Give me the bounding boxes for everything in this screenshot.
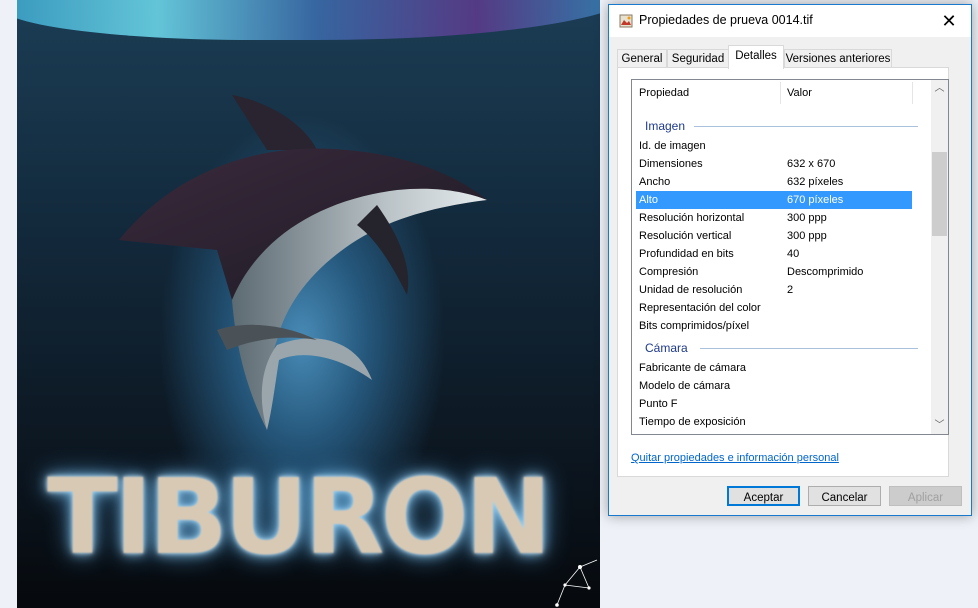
list-item[interactable]: Tiempo de exposición bbox=[636, 413, 912, 431]
poster-artwork: TIBURON bbox=[17, 0, 600, 608]
apply-button[interactable]: Aplicar bbox=[889, 486, 962, 506]
list-item[interactable]: Modelo de cámara bbox=[636, 377, 912, 395]
poster-title-word: TIBURON bbox=[47, 456, 552, 578]
title-bar[interactable]: Propiedades de prueva 0014.tif ✕ bbox=[609, 5, 971, 37]
properties-rows: Copyright Imagen Id. de imagen Dimension… bbox=[632, 80, 931, 434]
list-item[interactable]: Resolución horizontal 300 ppp bbox=[636, 209, 912, 227]
cancel-button[interactable]: Cancelar bbox=[808, 486, 881, 506]
close-button[interactable]: ✕ bbox=[927, 5, 971, 37]
ok-button[interactable]: Aceptar bbox=[727, 486, 800, 506]
group-header-image: Imagen bbox=[636, 117, 918, 135]
list-item[interactable]: Fabricante de cámara bbox=[636, 359, 912, 377]
vertical-scrollbar[interactable]: ︿ ﹀ bbox=[931, 80, 948, 434]
tab-general[interactable]: General bbox=[617, 49, 667, 68]
chevron-up-icon: ︿ bbox=[934, 83, 945, 94]
list-item[interactable]: Dimensiones 632 x 670 bbox=[636, 155, 912, 173]
list-item[interactable]: Profundidad en bits 40 bbox=[636, 245, 912, 263]
remove-properties-link[interactable]: Quitar propiedades e información persona… bbox=[631, 452, 839, 464]
list-header: Propiedad Valor bbox=[632, 80, 931, 105]
list-item[interactable]: Compresión Descomprimido bbox=[636, 263, 912, 281]
tab-details[interactable]: Detalles bbox=[728, 45, 784, 69]
list-item[interactable]: Bits comprimidos/píxel bbox=[636, 317, 912, 335]
dialog-title: Propiedades de prueva 0014.tif bbox=[639, 13, 813, 27]
scrollbar-thumb[interactable] bbox=[932, 152, 947, 236]
scroll-down-button[interactable]: ﹀ bbox=[931, 417, 948, 434]
list-item[interactable]: Ancho 632 píxeles bbox=[636, 173, 912, 191]
scroll-up-button[interactable]: ︿ bbox=[931, 80, 948, 97]
close-icon: ✕ bbox=[941, 10, 957, 31]
list-item[interactable]: Id. de imagen bbox=[636, 137, 912, 155]
list-item[interactable]: Unidad de resolución 2 bbox=[636, 281, 912, 299]
list-item[interactable]: Resolución vertical 300 ppp bbox=[636, 227, 912, 245]
column-header-property[interactable]: Propiedad bbox=[639, 87, 689, 99]
column-header-value[interactable]: Valor bbox=[787, 87, 812, 99]
tab-previous-versions[interactable]: Versiones anteriores bbox=[784, 49, 892, 68]
group-header-camera: Cámara bbox=[636, 339, 918, 357]
list-item-selected[interactable]: Alto 670 píxeles bbox=[636, 191, 912, 209]
properties-dialog: Propiedades de prueva 0014.tif ✕ General… bbox=[608, 4, 972, 516]
image-file-icon bbox=[619, 14, 633, 28]
properties-list[interactable]: Copyright Imagen Id. de imagen Dimension… bbox=[631, 79, 949, 435]
list-item[interactable]: Representación del color bbox=[636, 299, 912, 317]
chevron-down-icon: ﹀ bbox=[934, 420, 945, 431]
list-item[interactable]: Punto F bbox=[636, 395, 912, 413]
tab-security[interactable]: Seguridad bbox=[667, 49, 729, 68]
details-panel: Copyright Imagen Id. de imagen Dimension… bbox=[617, 67, 949, 477]
